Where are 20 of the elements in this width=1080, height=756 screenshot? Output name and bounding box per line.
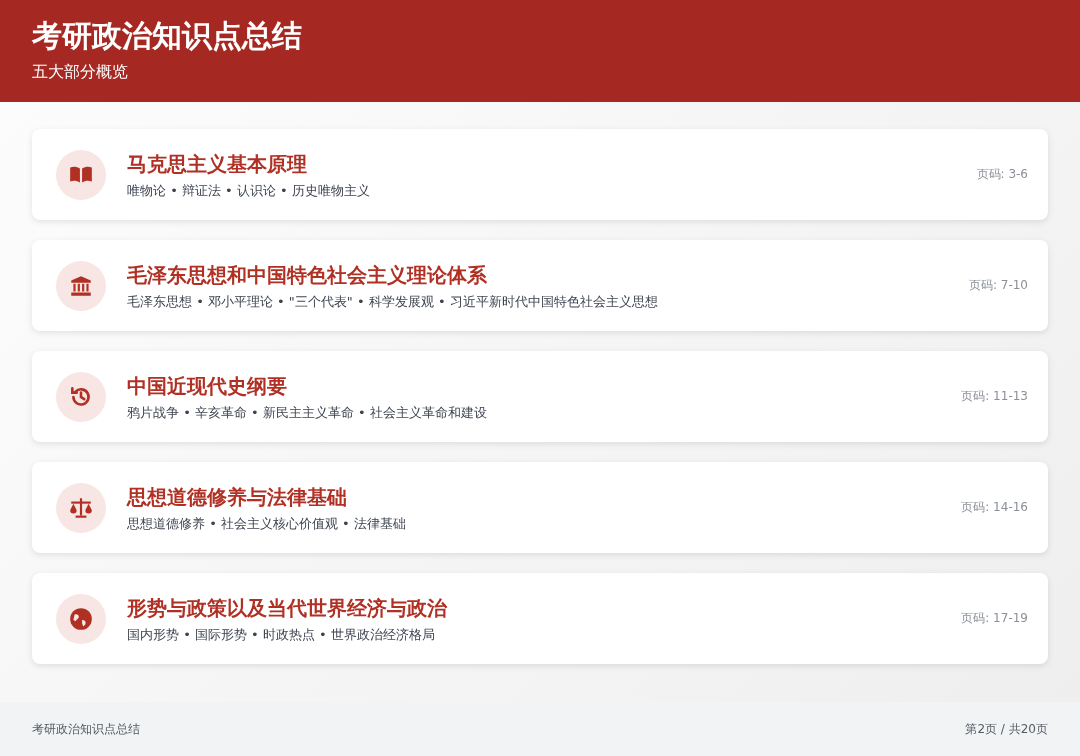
- topic-list: 国内形势 • 国际形势 • 时政热点 • 世界政治经济格局: [127, 625, 962, 644]
- page-number: 第2页 / 共20页: [965, 720, 1048, 738]
- section-title: 中国近现代史纲要: [127, 372, 288, 400]
- section-title: 思想道德修养与法律基础: [127, 483, 348, 511]
- footer-title: 考研政治知识点总结: [32, 720, 140, 738]
- page-range: 页码: 7-10: [968, 277, 1028, 294]
- topic-list: 唯物论 • 辩证法 • 认识论 • 历史唯物主义: [127, 181, 977, 200]
- topic-list: 鸦片战争 • 辛亥革命 • 新民主主义革命 • 社会主义革命和建设: [127, 403, 962, 422]
- page-range: 页码: 3-6: [976, 166, 1028, 183]
- page-range: 页码: 14-16: [961, 499, 1028, 516]
- section-title: 马克思主义基本原理: [127, 150, 308, 178]
- section-title: 形势与政策以及当代世界经济与政治: [127, 594, 448, 622]
- section-title: 毛泽东思想和中国特色社会主义理论体系: [127, 261, 488, 289]
- topic-list: 毛泽东思想 • 邓小平理论 • "三个代表" • 科学发展观 • 习近平新时代中国特色社会主义思想: [127, 292, 969, 311]
- page-range: 页码: 11-13: [961, 388, 1028, 405]
- page-title: 考研政治知识点总结: [32, 17, 303, 55]
- page-range: 页码: 17-19: [961, 610, 1028, 627]
- topic-list: 思想道德修养 • 社会主义核心价值观 • 法律基础: [127, 514, 962, 533]
- globe-icon: [68, 605, 94, 632]
- page-subtitle: 五大部分概览: [32, 62, 129, 83]
